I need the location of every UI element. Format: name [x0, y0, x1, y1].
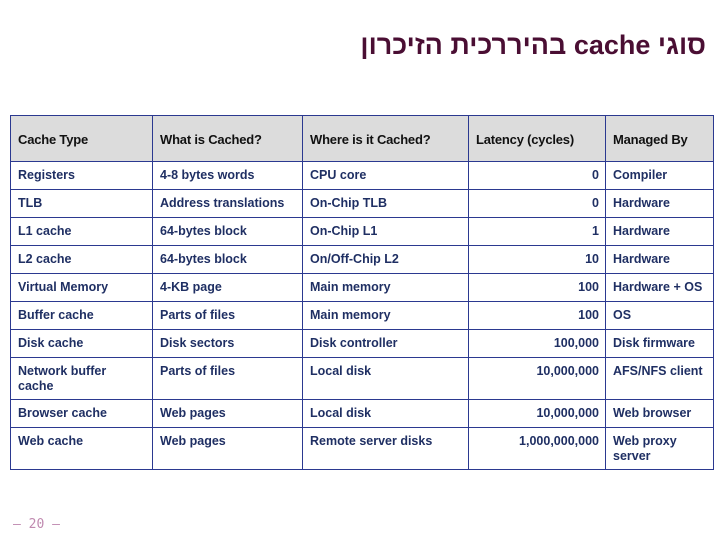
cell-latency: 0 — [468, 161, 606, 190]
cell-managed_by: Compiler — [605, 161, 714, 190]
table-row: Disk cache Disk sectors Disk controller 100… — [10, 329, 714, 358]
cell-where_cached: Disk controller — [302, 329, 469, 358]
cell-latency: 10,000,000 — [468, 357, 606, 400]
cell-latency: 0 — [468, 189, 606, 218]
cell-latency: 10 — [468, 245, 606, 274]
cell-what_cached: Parts of files — [152, 357, 303, 400]
cell-where_cached: On-Chip TLB — [302, 189, 469, 218]
cell-what_cached: Web pages — [152, 427, 303, 470]
cell-cache_type: Web cache — [10, 427, 153, 470]
cell-cache_type: Network buffer cache — [10, 357, 153, 400]
table-row: TLB Address translations On-Chip TLB 0 Hardw… — [10, 189, 714, 218]
cell-cache_type: Disk cache — [10, 329, 153, 358]
cell-latency: 100 — [468, 301, 606, 330]
cell-managed_by: Hardware + OS — [605, 273, 714, 302]
column-header-what-cached[interactable]: What is Cached? — [152, 115, 303, 162]
cell-where_cached: Main memory — [302, 301, 469, 330]
cell-latency: 1 — [468, 217, 606, 246]
cell-managed_by: Hardware — [605, 245, 714, 274]
table-row: L2 cache 64-bytes block On/Off-Chip L2 10 Ha… — [10, 245, 714, 274]
page-number-marker: – 20 – — [13, 517, 60, 532]
cell-what_cached: Disk sectors — [152, 329, 303, 358]
table-body: Registers 4-8 bytes words CPU core 0 Compil… — [10, 161, 714, 470]
cell-where_cached: Main memory — [302, 273, 469, 302]
cell-managed_by: OS — [605, 301, 714, 330]
cell-where_cached: Local disk — [302, 357, 469, 400]
cell-what_cached: Address translations — [152, 189, 303, 218]
cell-cache_type: Browser cache — [10, 399, 153, 428]
cell-cache_type: Virtual Memory — [10, 273, 153, 302]
cell-what_cached: Parts of files — [152, 301, 303, 330]
cell-where_cached: CPU core — [302, 161, 469, 190]
table-row: L1 cache 64-bytes block On-Chip L1 1 Hardwar… — [10, 217, 714, 246]
cell-what_cached: 4-KB page — [152, 273, 303, 302]
cell-what_cached: Web pages — [152, 399, 303, 428]
cell-what_cached: 64-bytes block — [152, 245, 303, 274]
cell-latency: 100,000 — [468, 329, 606, 358]
column-header-where-cached[interactable]: Where is it Cached? — [302, 115, 469, 162]
cell-managed_by: Web browser — [605, 399, 714, 428]
cell-managed_by: AFS/NFS client — [605, 357, 714, 400]
cell-where_cached: Local disk — [302, 399, 469, 428]
cell-managed_by: Hardware — [605, 189, 714, 218]
column-header-latency[interactable]: Latency (cycles) — [468, 115, 606, 162]
cell-what_cached: 4-8 bytes words — [152, 161, 303, 190]
table-row: Virtual Memory 4-KB page Main memory 100 Har… — [10, 273, 714, 302]
cell-managed_by: Web proxy server — [605, 427, 714, 470]
table-header-row: Cache Type What is Cached? Where is it C… — [10, 115, 714, 162]
cell-managed_by: Hardware — [605, 217, 714, 246]
cell-cache_type: TLB — [10, 189, 153, 218]
cell-cache_type: Buffer cache — [10, 301, 153, 330]
cell-where_cached: Remote server disks — [302, 427, 469, 470]
column-header-cache-type[interactable]: Cache Type — [10, 115, 153, 162]
table-row: Registers 4-8 bytes words CPU core 0 Compil… — [10, 161, 714, 190]
cache-types-table: Cache Type What is Cached? Where is it C… — [10, 115, 714, 470]
cell-where_cached: On-Chip L1 — [302, 217, 469, 246]
cell-cache_type: Registers — [10, 161, 153, 190]
cell-cache_type: L2 cache — [10, 245, 153, 274]
cache-table-container: Cache Type What is Cached? Where is it C… — [10, 115, 714, 470]
column-header-managed-by[interactable]: Managed By — [605, 115, 714, 162]
cell-latency: 100 — [468, 273, 606, 302]
page-title: סוגי cache בהיררכית הזיכרון — [360, 30, 706, 60]
cell-cache_type: L1 cache — [10, 217, 153, 246]
table-row: Web cache Web pages Remote server disks 1,0… — [10, 427, 714, 470]
table-row: Browser cache Web pages Local disk 10,000,0… — [10, 399, 714, 428]
cell-latency: 1,000,000,000 — [468, 427, 606, 470]
cell-what_cached: 64-bytes block — [152, 217, 303, 246]
table-row: Buffer cache Parts of files Main memory 100… — [10, 301, 714, 330]
cell-where_cached: On/Off-Chip L2 — [302, 245, 469, 274]
table-header: Cache Type What is Cached? Where is it C… — [10, 115, 714, 162]
table-row: Network buffer cache Parts of files Local … — [10, 357, 714, 400]
cell-managed_by: Disk firmware — [605, 329, 714, 358]
cell-latency: 10,000,000 — [468, 399, 606, 428]
